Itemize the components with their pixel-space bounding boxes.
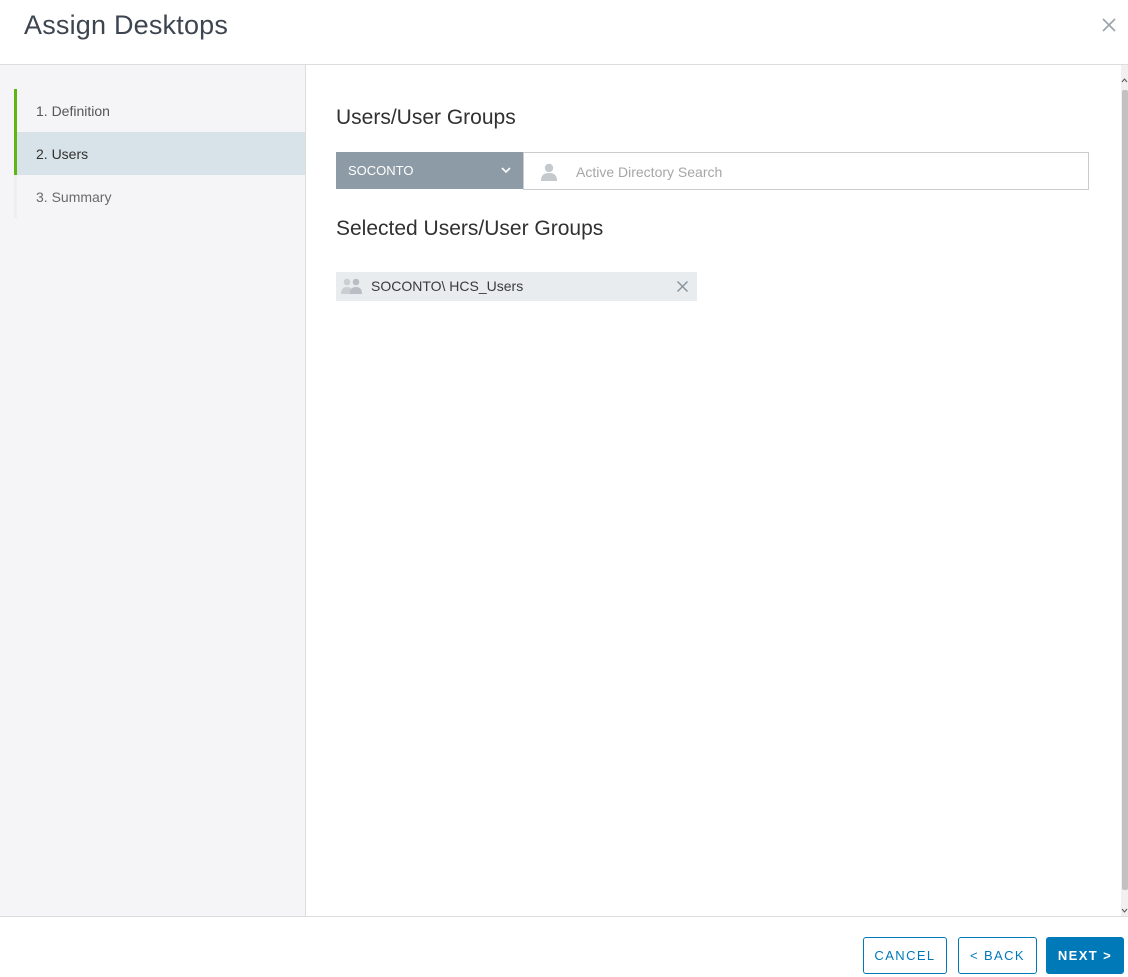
search-input[interactable] — [576, 161, 1066, 183]
wizard-step-summary[interactable]: 3. Summary — [14, 175, 305, 218]
active-directory-search[interactable] — [523, 152, 1089, 190]
dialog-footer: CANCEL < BACK NEXT > — [0, 916, 1128, 977]
chip-label: SOCONTO\ HCS_Users — [371, 278, 524, 294]
vertical-scrollbar[interactable] — [1121, 65, 1128, 916]
main-panel: Users/User Groups SOCONTO Selected Users… — [306, 65, 1121, 916]
scrollbar-thumb[interactable] — [1122, 90, 1128, 890]
wizard-step-label: 2. Users — [36, 145, 89, 162]
wizard-step-definition[interactable]: 1. Definition — [14, 89, 305, 132]
remove-icon[interactable] — [676, 280, 689, 293]
domain-selected-value: SOCONTO — [348, 163, 414, 178]
selected-heading: Selected Users/User Groups — [336, 217, 604, 240]
scroll-up-arrow-icon[interactable] — [1121, 71, 1128, 83]
user-group-icon — [340, 277, 364, 295]
wizard-step-label: 1. Definition — [36, 102, 110, 119]
cancel-button[interactable]: CANCEL — [863, 937, 947, 974]
wizard-step-users[interactable]: 2. Users — [14, 132, 305, 175]
users-heading: Users/User Groups — [336, 106, 516, 129]
scroll-down-arrow-icon[interactable] — [1121, 902, 1128, 913]
dialog-title: Assign Desktops — [24, 10, 229, 40]
dialog-header: Assign Desktops — [0, 0, 1128, 65]
selected-user-group-chip: SOCONTO\ HCS_Users — [336, 272, 697, 301]
back-button[interactable]: < BACK — [958, 937, 1037, 974]
wizard-step-label: 3. Summary — [36, 188, 112, 205]
wizard-steps: 1. Definition 2. Users 3. Summary — [14, 89, 305, 218]
chevron-down-icon — [500, 164, 512, 176]
close-icon[interactable] — [1098, 14, 1120, 36]
user-icon — [539, 162, 559, 182]
wizard-sidebar: 1. Definition 2. Users 3. Summary — [0, 65, 306, 916]
next-button[interactable]: NEXT > — [1046, 937, 1124, 974]
domain-dropdown[interactable]: SOCONTO — [336, 152, 524, 189]
